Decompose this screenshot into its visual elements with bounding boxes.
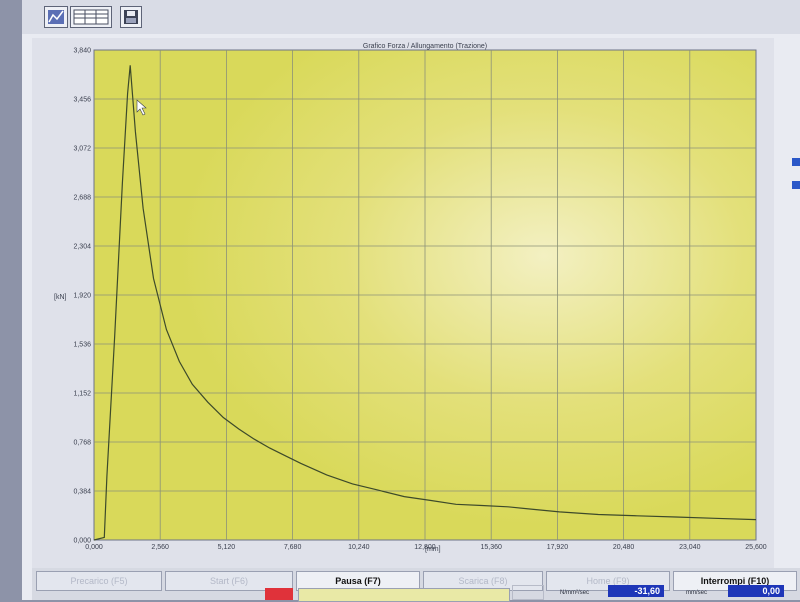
y-tick-label: 0,768 [73,440,91,447]
speed-unit-label: N/mm²/sec [560,590,589,596]
y-tick-label: 3,456 [73,97,91,104]
y-tick-label: 2,304 [73,244,91,251]
second-value: 0,00 [728,585,784,597]
x-tick-label: 5,120 [218,544,236,551]
aux-field [512,585,544,600]
speed-value: -31,60 [608,585,664,597]
precarico-button[interactable]: Precarico (F5) [36,571,162,591]
y-tick-label: 0,000 [73,538,91,545]
force-elongation-chart: 0,000 2,560 5,120 7,680 10,240 12,800 15,360 17… [54,48,767,554]
x-axis-label: [mm] [425,546,441,553]
x-tick-label: 2,560 [151,544,169,551]
y-tick-label: 3,072 [73,146,91,153]
x-tick-label: 17,920 [547,544,569,551]
x-tick-label: 0,000 [85,544,103,551]
y-tick-label: 2,688 [73,195,91,202]
second-unit-label: mm/sec [686,590,707,596]
y-axis-label: [kN] [54,294,67,301]
x-tick-label: 10,240 [348,544,370,551]
x-tick-label: 20,480 [613,544,635,551]
x-tick-label: 23,040 [679,544,701,551]
y-tick-label: 3,840 [73,48,91,55]
y-tick-label: 1,920 [73,293,91,300]
x-tick-label: 7,680 [284,544,302,551]
side-tab-marker [792,181,800,189]
x-tick-label: 15,360 [480,544,502,551]
status-indicator-red [265,588,293,600]
y-tick-label: 1,536 [73,342,91,349]
y-tick-label: 0,384 [73,489,91,496]
y-tick-label: 1,152 [73,391,91,398]
side-tab-marker [792,158,800,166]
x-tick-label: 25,600 [745,544,767,551]
